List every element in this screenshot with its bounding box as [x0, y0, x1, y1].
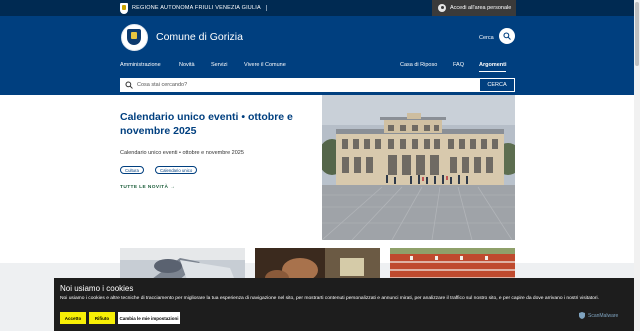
reject-cookies-button[interactable]: Rifiuto	[89, 312, 115, 324]
region-name: REGIONE AUTONOMA FRIULI VENEZIA GIULIA	[132, 5, 267, 11]
tag-chip[interactable]: Calendario unico	[155, 166, 198, 174]
nav-item-novita[interactable]: Novità	[179, 62, 195, 68]
coat-of-arms-icon	[127, 29, 141, 45]
search-input[interactable]	[137, 78, 467, 92]
nav-active-indicator	[479, 71, 506, 72]
tag-chip[interactable]: Cultura	[120, 166, 144, 174]
page-scrollbar[interactable]	[634, 0, 640, 331]
search-label: Cerca	[479, 35, 494, 41]
search-icon	[125, 81, 133, 89]
cookie-settings-button[interactable]: Cambia le mie impostazioni	[118, 312, 180, 324]
hero-description: Calendario unico eventi • ottobre e nove…	[120, 150, 244, 156]
search-icon	[503, 32, 511, 40]
shield-icon	[579, 312, 585, 319]
accept-cookies-button[interactable]: Accetto	[60, 312, 86, 324]
nav-item-faq[interactable]: FAQ	[453, 62, 464, 68]
municipality-logo[interactable]	[121, 24, 148, 51]
region-link[interactable]: REGIONE AUTONOMA FRIULI VENEZIA GIULIA	[120, 2, 267, 14]
all-news-link[interactable]: TUTTE LE NOVITÀ →	[120, 185, 175, 190]
nav-item-vivere-il-comune[interactable]: Vivere il Comune	[244, 62, 286, 68]
scanmalware-badge[interactable]: ScanMalware	[579, 312, 618, 319]
hero-title[interactable]: Calendario unico eventi • ottobre e nove…	[120, 111, 310, 138]
login-button[interactable]: Accedi all'area personale	[432, 0, 516, 16]
arrow-right-icon: →	[170, 185, 176, 190]
cookie-title: Noi usiamo i cookies	[60, 284, 134, 293]
nav-item-amministrazione[interactable]: Amministrazione	[120, 62, 161, 68]
station-photo-illustration	[322, 95, 515, 240]
nav-item-argomenti[interactable]: Argomenti	[479, 62, 507, 68]
search-button[interactable]	[499, 28, 515, 44]
nav-item-casa-di-riposo[interactable]: Casa di Riposo	[400, 62, 437, 68]
user-icon	[438, 4, 446, 12]
cookie-banner: Noi usiamo i cookies Noi usiamo i cookie…	[54, 278, 634, 331]
hero-image[interactable]	[322, 95, 515, 240]
scrollbar-thumb[interactable]	[635, 2, 639, 66]
nav-item-servizi[interactable]: Servizi	[211, 62, 228, 68]
site-title[interactable]: Comune di Gorizia	[156, 31, 243, 43]
scanmalware-label: ScanMalware	[588, 312, 619, 319]
login-label: Accedi all'area personale	[450, 5, 512, 11]
cookie-text: Noi usiamo i cookies e altre tecniche di…	[60, 296, 599, 301]
search-bar: CERCA	[120, 78, 515, 92]
region-top-bar: REGIONE AUTONOMA FRIULI VENEZIA GIULIA A…	[0, 0, 634, 16]
all-news-label: TUTTE LE NOVITÀ	[120, 185, 169, 190]
region-crest-icon	[120, 2, 128, 14]
search-submit-button[interactable]: CERCA	[479, 78, 515, 92]
